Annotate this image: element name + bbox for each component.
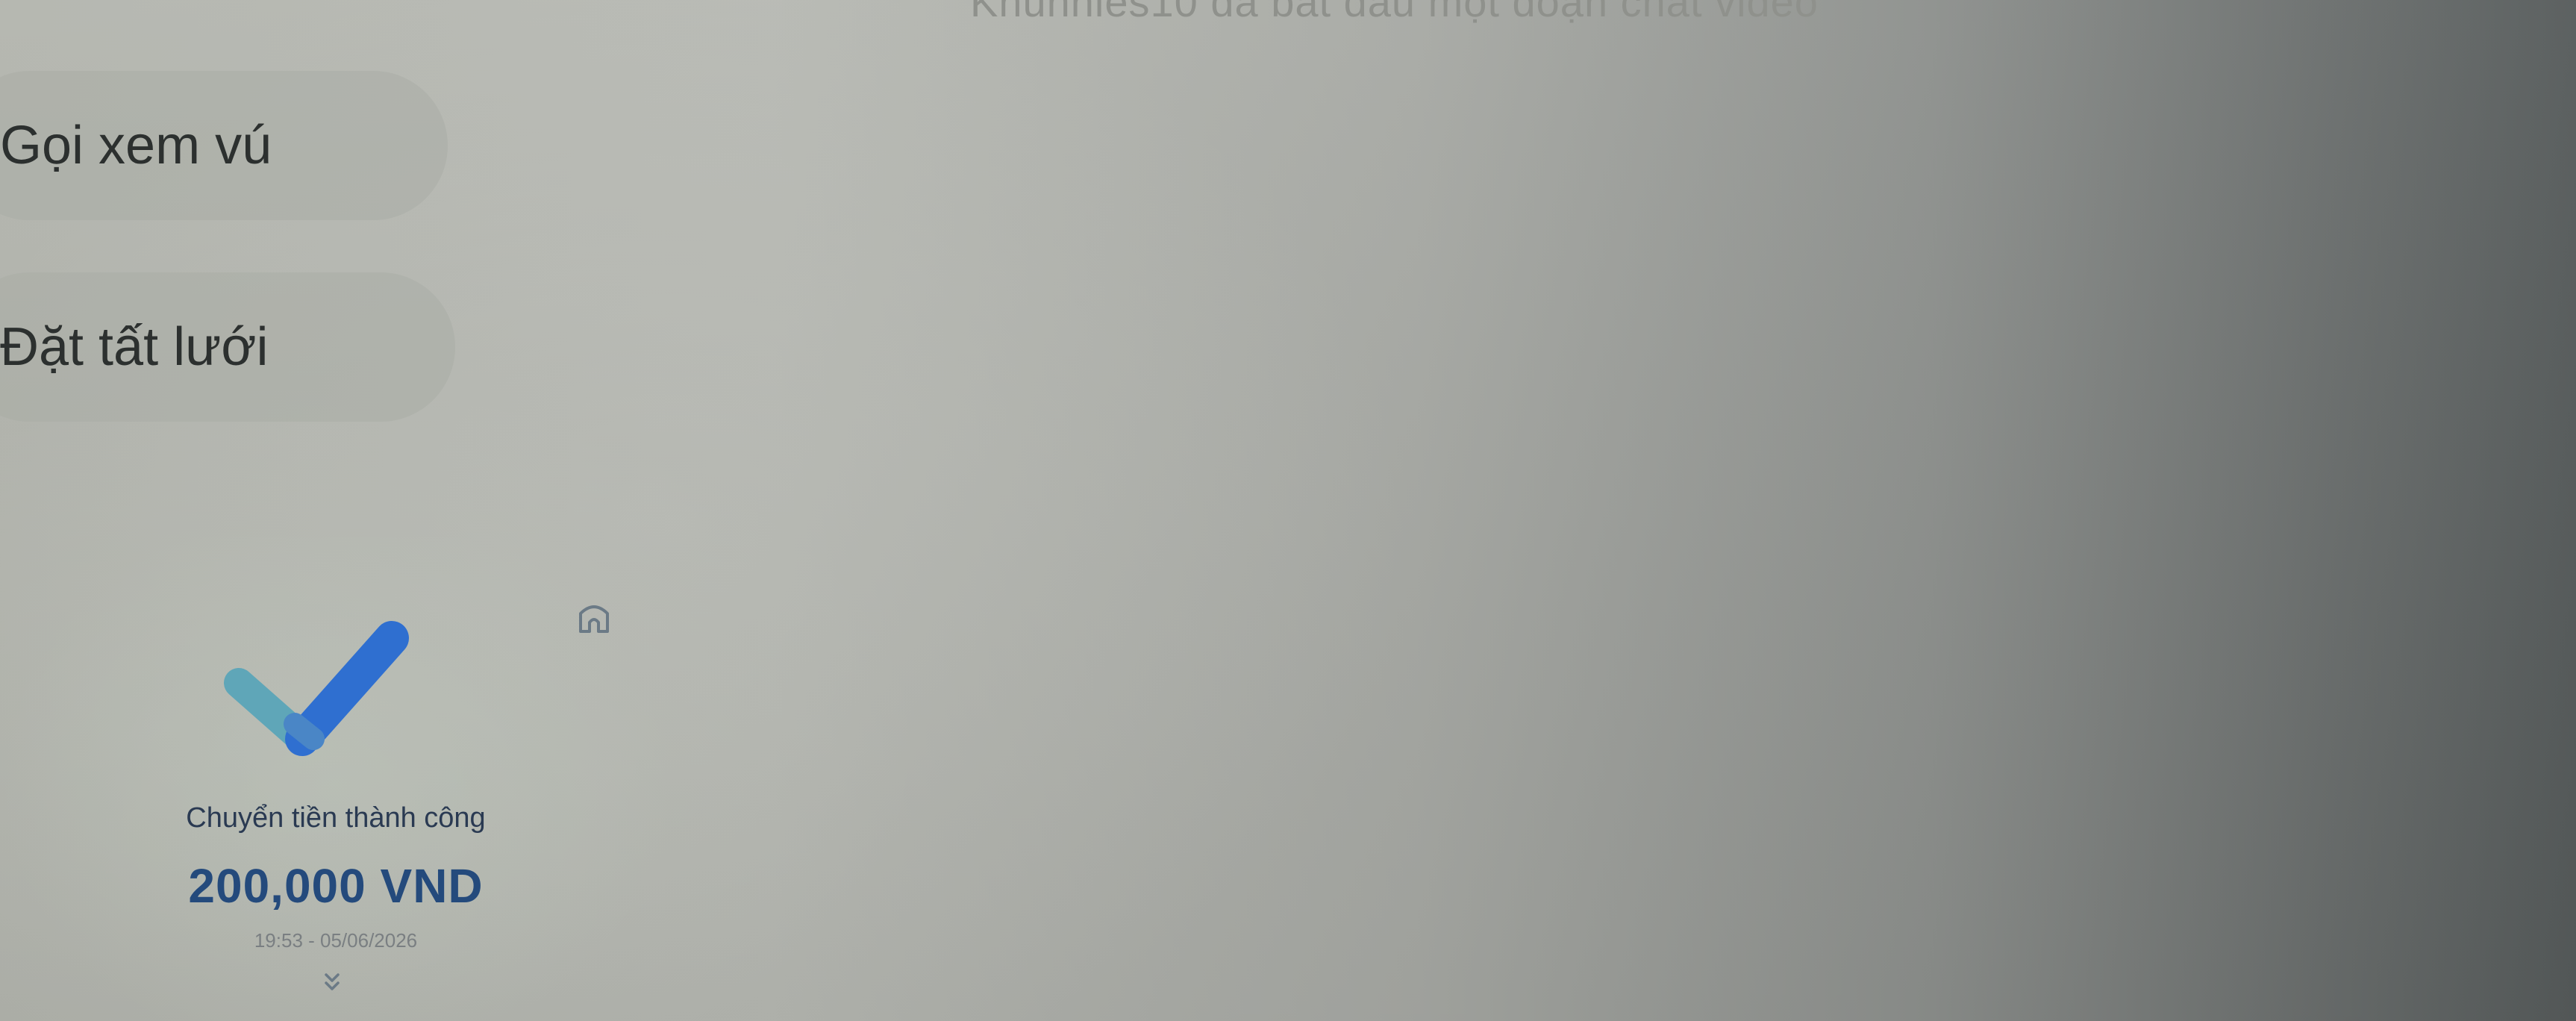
transfer-amount: 200,000 VND [188,859,484,913]
check-icon [224,621,409,756]
quick-reply-label: Đặt tất lưới [0,317,269,377]
quick-reply-label: Gọi xem vú [0,116,272,175]
transfer-receipt-card: Chuyển tiền thành công 200,000 VND 19:53… [0,537,672,1021]
quick-reply-chip[interactable]: Đặt tất lưới [0,272,455,422]
system-notice: Khunnies10 đã bắt đầu một đoạn chat vide… [970,0,1819,25]
transfer-status: Chuyển tiền thành công [186,802,486,834]
transfer-timestamp: 19:53 - 05/06/2026 [254,929,418,952]
home-icon[interactable] [575,597,613,636]
quick-reply-chip[interactable]: Gọi xem vú [0,71,448,220]
chevron-down-icon[interactable] [321,970,343,996]
